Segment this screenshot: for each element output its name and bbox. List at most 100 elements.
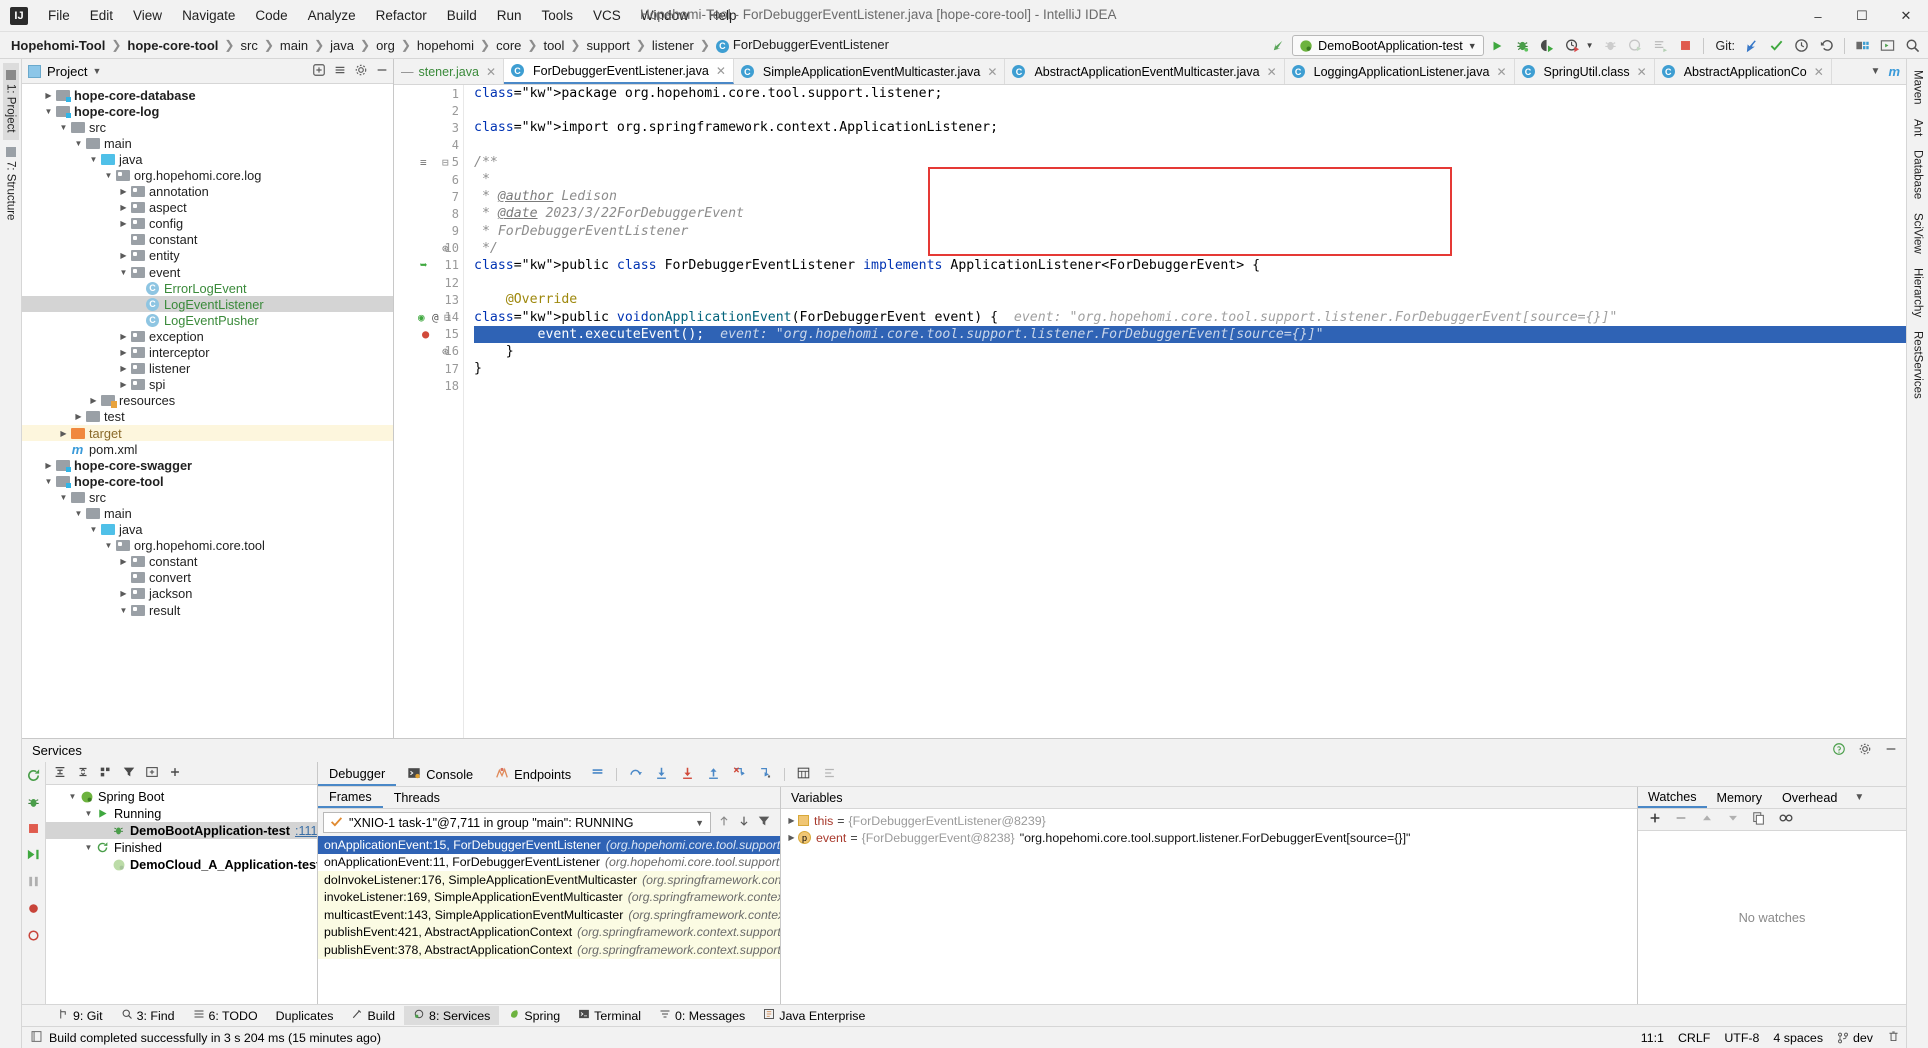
code-line[interactable]: } (474, 343, 1906, 360)
tree-node[interactable]: ▶ resources (22, 393, 393, 409)
tree-node[interactable]: C LogEventListener (22, 296, 393, 313)
tree-node-chevron-icon[interactable]: ▶ (117, 332, 130, 341)
frame-row[interactable]: doInvokeListener:176, SimpleApplicationE… (318, 871, 780, 889)
tree-node-chevron-icon[interactable]: ▶ (117, 589, 130, 598)
tab-watches[interactable]: Watches (1638, 787, 1707, 808)
breadcrumb-item-9[interactable]: support (581, 36, 634, 55)
tree-node[interactable]: ▼ src (22, 119, 393, 135)
thread-selector[interactable]: "XNIO-1 task-1"@7,711 in group "main": R… (323, 812, 711, 833)
tree-node-chevron-icon[interactable]: ▶ (57, 429, 70, 438)
frame-row[interactable]: onApplicationEvent:11, ForDebuggerEventL… (318, 854, 780, 872)
tree-node-chevron-icon[interactable]: ▼ (82, 843, 95, 852)
step-into-icon[interactable] (654, 766, 669, 783)
breadcrumb-item-0[interactable]: Hopehomi-Tool (6, 36, 110, 55)
copy-icon[interactable] (1752, 811, 1766, 828)
services-tree[interactable]: ▼ Spring Boot ▼ Running DemoBootApplication-… (46, 785, 317, 1004)
tree-node[interactable]: ▶ constant (22, 554, 393, 570)
close-icon[interactable]: ✕ (716, 64, 726, 78)
breadcrumb-item-8[interactable]: tool (538, 36, 569, 55)
add-watch-icon[interactable] (1648, 811, 1662, 828)
tool-strip-item[interactable]: 0: Messages (650, 1006, 754, 1025)
frame-row[interactable]: onApplicationEvent:15, ForDebuggerEventL… (318, 836, 780, 854)
frame-row[interactable]: publishEvent:378, AbstractApplicationCon… (318, 941, 780, 959)
filter-icon[interactable] (122, 765, 136, 782)
caret-position[interactable]: 11:1 (1641, 1031, 1664, 1045)
hide-panel-icon[interactable] (1884, 742, 1898, 759)
tree-node-chevron-icon[interactable]: ▶ (87, 396, 100, 405)
code-line[interactable]: * @author Ledison (474, 188, 1906, 205)
view-breakpoints-icon[interactable] (26, 928, 41, 946)
tab-frames[interactable]: Frames (318, 787, 383, 808)
tree-node-chevron-icon[interactable]: ▶ (42, 91, 55, 100)
drop-frame-icon[interactable] (732, 766, 747, 783)
editor-tab[interactable]: C SpringUtil.class ✕ (1515, 59, 1655, 84)
tree-node-chevron-icon[interactable]: ▼ (72, 509, 85, 518)
close-icon[interactable]: ✕ (1267, 65, 1277, 79)
tab-memory[interactable]: Memory (1707, 787, 1772, 808)
update-project-icon[interactable] (1740, 35, 1763, 57)
gutter-line[interactable]: 1 (394, 85, 463, 102)
maximize-button[interactable]: ☐ (1840, 0, 1884, 32)
editor-tab[interactable]: C AbstractApplicationCo ✕ (1655, 59, 1832, 84)
editor-tab[interactable]: C LoggingApplicationListener.java ✕ (1285, 59, 1515, 84)
filter-icon[interactable] (757, 814, 771, 831)
menu-view[interactable]: View (123, 4, 172, 27)
variable-row[interactable]: ▶ p event = {ForDebuggerEvent@8238} "org.hope… (781, 829, 1637, 846)
tree-node-chevron-icon[interactable]: ▶ (117, 364, 130, 373)
minimize-button[interactable]: – (1796, 0, 1840, 32)
inspect-icon[interactable] (1778, 811, 1794, 828)
line-separator[interactable]: CRLF (1678, 1031, 1710, 1045)
editor-tab[interactable]: — stener.java ✕ (394, 59, 505, 84)
tree-node-chevron-icon[interactable]: ▶ (117, 187, 130, 196)
tree-node[interactable]: ▶ hope-core-swagger (22, 457, 393, 473)
tree-node-chevron-icon[interactable]: ▼ (57, 123, 70, 132)
sidebar-item-project[interactable]: 1: Project (2, 63, 19, 140)
stop-icon[interactable] (27, 822, 40, 838)
help-icon[interactable] (1832, 742, 1846, 759)
close-icon[interactable]: ✕ (987, 65, 997, 79)
stop-icon[interactable] (1674, 35, 1697, 57)
tool-strip-item[interactable]: Duplicates (267, 1007, 343, 1025)
gutter-line[interactable]: 7 (394, 188, 463, 205)
rerun-icon[interactable] (26, 768, 41, 786)
expand-all-icon[interactable] (312, 63, 326, 80)
profile-icon[interactable] (1561, 35, 1584, 57)
layout-settings-icon[interactable] (590, 766, 605, 782)
group-by-icon[interactable] (99, 765, 113, 782)
gear-icon[interactable] (354, 63, 368, 80)
resume-program-icon[interactable] (26, 847, 41, 865)
tool-window-strip[interactable]: 9: Git 3: Find 6: TODO Duplicates Build 8: Se… (22, 1004, 1906, 1026)
tree-node[interactable]: ▶ aspect (22, 200, 393, 216)
gutter-line[interactable]: ≡ ⊟ 5 (394, 154, 463, 171)
code-line[interactable] (474, 274, 1906, 291)
frame-row[interactable]: publishEvent:421, AbstractApplicationCon… (318, 923, 780, 941)
sidebar-item-database[interactable]: Database (1910, 143, 1926, 206)
editor-tab-bar[interactable]: — stener.java ✕ C ForDebuggerEventListener.j… (394, 59, 1906, 85)
code-line[interactable]: class ="kw">package org.hopehomi.core.too… (474, 85, 1906, 102)
expand-all-icon[interactable] (53, 765, 67, 782)
gutter-line[interactable]: 2 (394, 102, 463, 119)
project-tree[interactable]: ▶ hope-core-database ▼ hope-core-log ▼ src ▼ ma… (22, 84, 393, 738)
code-line[interactable]: * ForDebuggerEventListener (474, 223, 1906, 240)
gutter-line[interactable]: 8 (394, 205, 463, 222)
menu-code[interactable]: Code (245, 4, 297, 27)
tree-node[interactable]: ▼ java (22, 151, 393, 167)
menu-refactor[interactable]: Refactor (366, 4, 437, 27)
tool-strip-item[interactable]: 9: Git (48, 1006, 112, 1025)
menu-build[interactable]: Build (437, 4, 487, 27)
step-over-icon[interactable] (628, 766, 643, 783)
breadcrumb-item-2[interactable]: src (235, 36, 262, 55)
tree-node[interactable]: constant (22, 232, 393, 248)
commit-icon[interactable] (1765, 35, 1788, 57)
gutter-line[interactable]: ⊛ 10 (394, 240, 463, 257)
tree-node[interactable]: ▶ interceptor (22, 345, 393, 361)
maven-icon[interactable]: m (1888, 64, 1900, 79)
tree-node[interactable]: ▼ hope-core-tool (22, 473, 393, 489)
tree-node-chevron-icon[interactable]: ▼ (72, 139, 85, 148)
branch-indicator[interactable]: dev (1837, 1031, 1873, 1045)
services-tree-node[interactable]: ▼ Running (46, 805, 317, 822)
services-tree-node[interactable]: ▼ Finished (46, 839, 317, 856)
breadcrumb-item-4[interactable]: java (325, 36, 359, 55)
gutter-line[interactable]: 13 (394, 291, 463, 308)
tree-node[interactable]: ▶ hope-core-database (22, 87, 393, 103)
